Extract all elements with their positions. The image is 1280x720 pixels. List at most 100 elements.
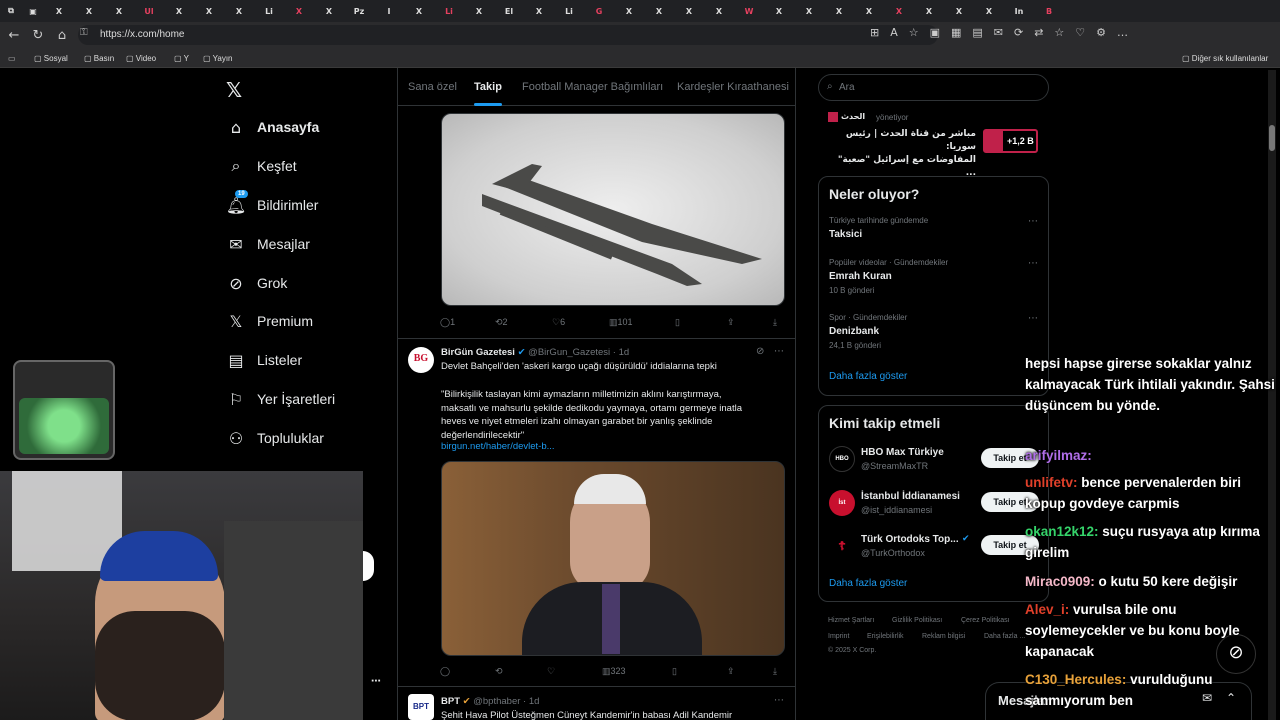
other-bookmarks[interactable]: ▢ Diğer sık kullanılanlar xyxy=(1182,54,1268,63)
footer-link[interactable]: Çerez Politikası xyxy=(961,617,1010,624)
nav-item-mail[interactable]: ✉ Mesajlar xyxy=(227,235,310,254)
browser-tab[interactable]: I xyxy=(374,3,404,19)
trend-more-icon[interactable]: ⋯ xyxy=(1028,216,1038,227)
browser-tab[interactable]: X xyxy=(164,3,194,19)
nav-item-search[interactable]: ⌕ Keşfet xyxy=(227,156,297,175)
nav-item-bell[interactable]: 🔔︎ 19 Bildirimler xyxy=(226,190,318,215)
home-browser-icon[interactable]: ⌂ xyxy=(50,28,74,43)
follow-suggestion[interactable]: ☦ Türk Ortodoks Top... ✔ @TurkOrthodox T… xyxy=(819,529,1048,569)
bookmark-folder[interactable]: ▢ Sosyal xyxy=(34,54,68,63)
more-options-icon[interactable]: ⋯ xyxy=(774,695,784,706)
grok-icon[interactable]: ⊘ xyxy=(756,346,764,357)
footer-link[interactable]: Reklam bilgisi xyxy=(922,633,965,640)
browser-tab[interactable]: X xyxy=(854,3,884,19)
browser-tab[interactable]: X xyxy=(524,3,554,19)
footer-link[interactable]: Daha fazla ... xyxy=(984,633,1025,640)
bookmark-post-icon[interactable]: ▯ xyxy=(675,317,680,328)
post-image-bahceli[interactable] xyxy=(441,461,785,656)
browser-tab[interactable]: W xyxy=(734,3,764,19)
post3-author[interactable]: BPT xyxy=(441,696,460,707)
browser-tab[interactable]: G xyxy=(584,3,614,19)
browser-tab[interactable]: X xyxy=(464,3,494,19)
browser-tab[interactable]: Ul xyxy=(134,3,164,19)
bpt-avatar[interactable]: BPT xyxy=(408,694,434,720)
live-space-card[interactable]: الحدث yönetiyor مباشر من قناة الحدث | رئ… xyxy=(818,104,1049,178)
browser-tab[interactable]: X xyxy=(104,3,134,19)
follow-suggestion[interactable]: İst İstanbul İddianamesi @ist_iddianames… xyxy=(819,486,1048,526)
browser-tab[interactable]: In xyxy=(1004,3,1034,19)
back-icon[interactable]: ← xyxy=(2,28,26,43)
browser-tab[interactable]: X xyxy=(824,3,854,19)
more-icon[interactable]: ⋯ xyxy=(371,676,381,687)
browser-tab[interactable]: X xyxy=(224,3,254,19)
post2-link[interactable]: birgun.net/haber/devlet-b... xyxy=(441,441,555,452)
browser-tab[interactable]: X xyxy=(74,3,104,19)
tab-takip[interactable]: Takip xyxy=(474,81,502,93)
browser-tab[interactable]: X xyxy=(44,3,74,19)
nav-item-grok[interactable]: ⊘ Grok xyxy=(227,274,287,293)
nav-item-list[interactable]: ▤ Listeler xyxy=(227,351,302,370)
browser-tab[interactable]: X xyxy=(284,3,314,19)
browser-tab[interactable]: Li xyxy=(554,3,584,19)
bookmark-folder[interactable]: ▢ Basın xyxy=(84,54,114,63)
like-button[interactable]: ♡ 6 xyxy=(552,317,565,328)
views-button[interactable]: ▥ 101 xyxy=(609,317,633,328)
browser-tab[interactable]: X xyxy=(194,3,224,19)
tab-kardesler[interactable]: Kardeşler Kıraathanesi xyxy=(677,81,789,93)
tab-list-icon[interactable]: ▣ xyxy=(22,3,44,19)
browser-tab[interactable]: X xyxy=(794,3,824,19)
x-logo-icon[interactable]: 𝕏 xyxy=(226,78,242,102)
more-options-icon[interactable]: ⋯ xyxy=(774,346,784,357)
bookmark-post-icon[interactable]: ▯ xyxy=(672,666,677,677)
browser-tab[interactable]: X xyxy=(614,3,644,19)
browser-tab[interactable]: X xyxy=(944,3,974,19)
reply-button[interactable]: ◯ 1 xyxy=(440,317,455,328)
trend-item[interactable]: Spor · Gündemdekiler Denizbank 24,1 B gö… xyxy=(819,310,1048,358)
footer-link[interactable]: Imprint xyxy=(828,633,849,640)
browser-tab[interactable]: El xyxy=(494,3,524,19)
nav-item-x-logo[interactable]: 𝕏 Premium xyxy=(227,312,313,331)
browser-tab[interactable]: X xyxy=(314,3,344,19)
browser-toolbar-icons[interactable]: ⊞A☆▣▦▤✉⟳⇄☆♡⚙… xyxy=(870,26,1270,39)
scrollbar-thumb[interactable] xyxy=(1269,125,1275,151)
post2-handle[interactable]: @BirGun_Gazetesi xyxy=(528,347,610,358)
post2-author[interactable]: BirGün Gazetesi xyxy=(441,347,515,358)
browser-tab[interactable]: B xyxy=(1034,3,1064,19)
footer-link[interactable]: Erişilebilirlik xyxy=(867,633,904,640)
post3-handle[interactable]: @bpthaber xyxy=(473,696,520,707)
post-image-plane[interactable] xyxy=(441,113,785,306)
download-icon[interactable]: ⤓ xyxy=(773,666,777,677)
nav-item-people[interactable]: ⚇ Topluluklar xyxy=(227,429,324,448)
browser-tab[interactable]: Pz xyxy=(344,3,374,19)
tab-sana-ozel[interactable]: Sana özel xyxy=(408,81,457,93)
trend-item[interactable]: Türkiye tarihinde gündemde Taksici ⋯ xyxy=(819,213,1048,251)
follow-suggestion[interactable]: HBO HBO Max Türkiye @StreamMaxTR Takip e… xyxy=(819,442,1048,482)
bookmark-folder[interactable]: ▢ Yayın xyxy=(203,54,233,63)
trend-more-icon[interactable]: ⋯ xyxy=(1028,313,1038,324)
browser-tab[interactable]: Li xyxy=(434,3,464,19)
footer-link[interactable]: Gizlilik Politikası xyxy=(892,617,942,624)
share-icon[interactable]: ⇪ xyxy=(727,666,735,677)
post2-time[interactable]: 1d xyxy=(619,347,630,358)
browser-tab[interactable]: X xyxy=(974,3,1004,19)
url-field[interactable]: https://x.com/home xyxy=(78,25,938,45)
browser-tab[interactable]: X xyxy=(644,3,674,19)
reload-icon[interactable]: ↻ xyxy=(26,28,50,43)
workspace-icon[interactable]: ⧉ xyxy=(0,3,22,19)
tab-football-manager[interactable]: Football Manager Bağımlıları xyxy=(522,81,663,93)
bookmark-folder[interactable]: ▢ Video xyxy=(126,54,156,63)
browser-tab[interactable]: X xyxy=(884,3,914,19)
bookmark-folder[interactable]: ▢ Y xyxy=(174,54,189,63)
repost-button[interactable]: ⟲ xyxy=(495,666,503,677)
follow-show-more[interactable]: Daha fazla göster xyxy=(829,578,907,589)
search-input[interactable]: ⌕ Ara xyxy=(818,74,1049,101)
like-button[interactable]: ♡ xyxy=(547,666,555,677)
trends-show-more[interactable]: Daha fazla göster xyxy=(829,371,907,382)
trend-item[interactable]: Popüler videolar · Gündemdekiler Emrah K… xyxy=(819,255,1048,303)
browser-tab[interactable]: X xyxy=(764,3,794,19)
birgun-avatar[interactable]: BG xyxy=(408,347,434,373)
post3-time[interactable]: 1d xyxy=(529,696,540,707)
trend-more-icon[interactable]: ⋯ xyxy=(1028,258,1038,269)
reply-button[interactable]: ◯ xyxy=(440,666,450,677)
views-button[interactable]: ▥ 323 xyxy=(602,666,626,677)
